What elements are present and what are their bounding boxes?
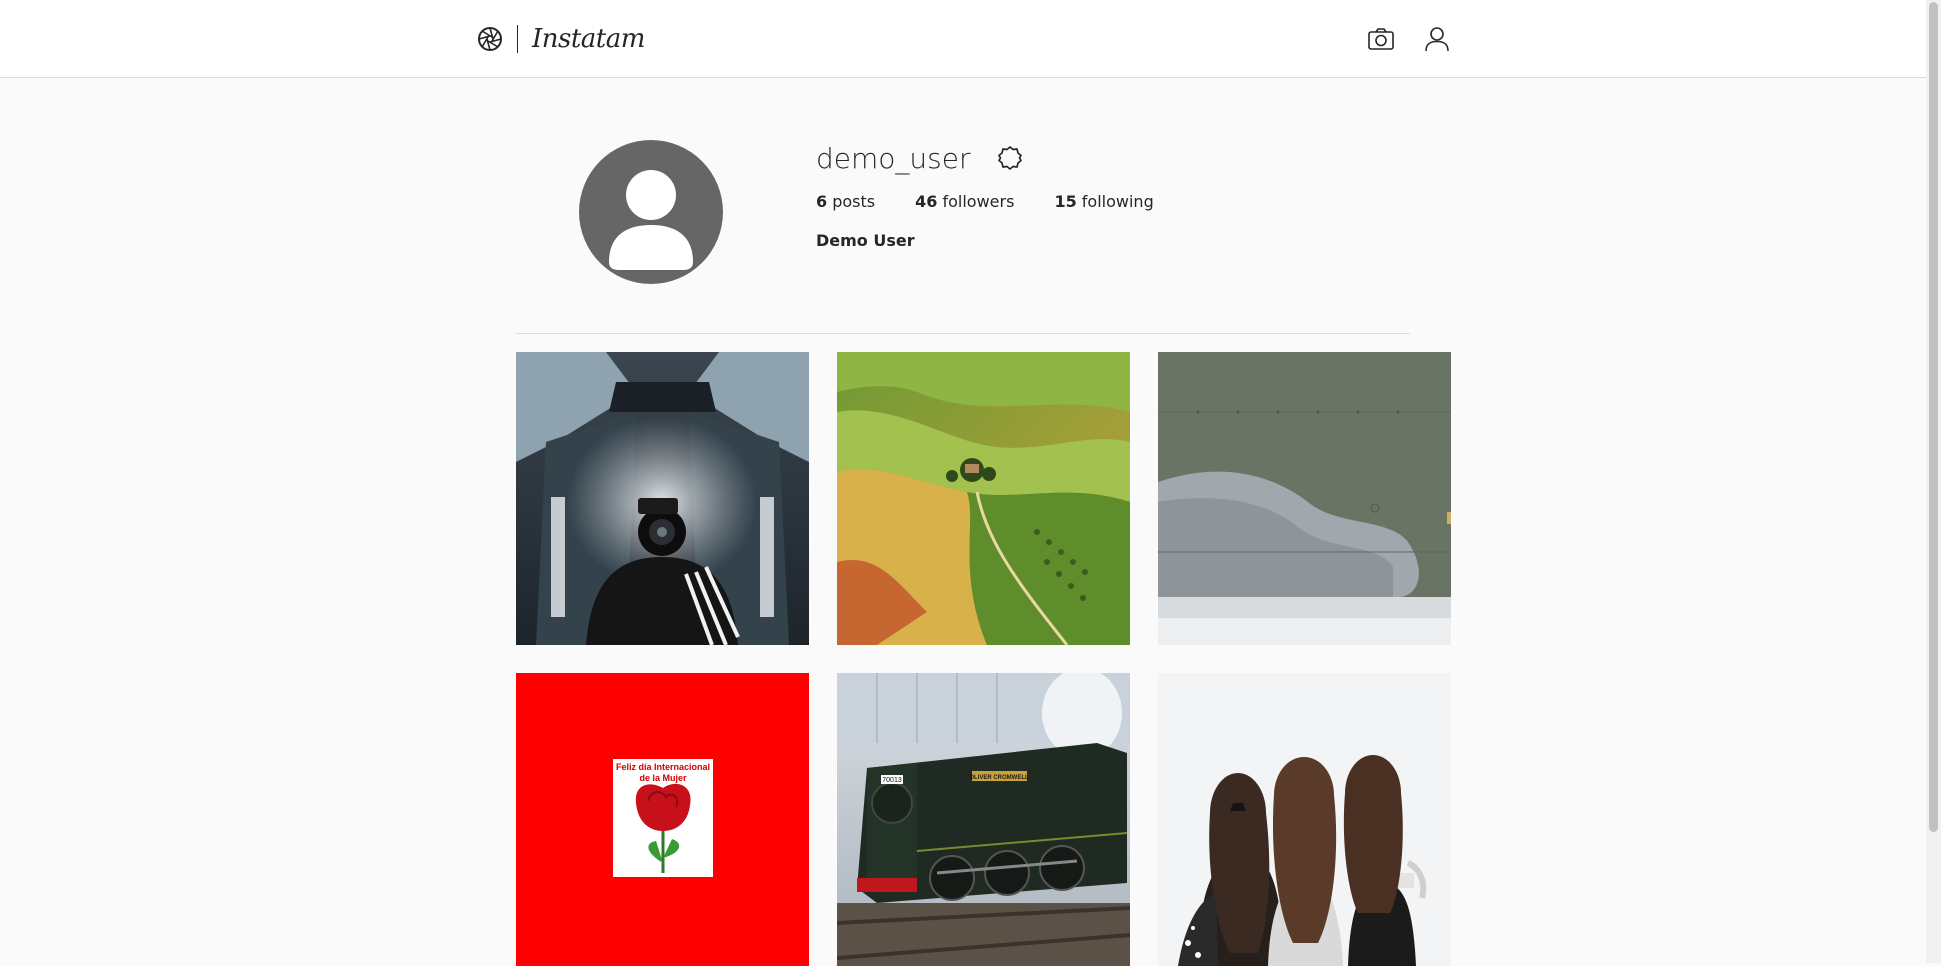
top-navigation-bar: Instatam (0, 0, 1926, 78)
rose-card-caption-line1: Feliz día Internacional (616, 762, 710, 772)
post-thumbnail-5[interactable]: 70013 OLIVER CROMWELL (837, 673, 1130, 966)
post-thumbnail-4[interactable]: Feliz día Internacional de la Mujer (516, 673, 809, 966)
brand-divider (517, 25, 518, 53)
followers-link[interactable]: 46 followers (915, 192, 1014, 211)
profile-avatar[interactable] (579, 140, 723, 284)
following-link[interactable]: 15 following (1054, 192, 1153, 211)
post-image-escalator-photographer (516, 352, 809, 645)
followers-count-value: 46 (915, 192, 938, 211)
post-thumbnail-3[interactable] (1158, 352, 1451, 645)
post-thumbnail-2[interactable] (837, 352, 1130, 645)
profile-info: demo_user 6 posts 46 followers 15 follow… (816, 140, 1194, 251)
post-thumbnail-1[interactable] (516, 352, 809, 645)
posts-count-label: posts (832, 192, 876, 211)
profile-username: demo_user (816, 141, 971, 175)
post-image-aircraft-panel (1158, 352, 1451, 645)
profile-full-name: Demo User (816, 231, 915, 250)
posts-count: 6 posts (816, 192, 875, 211)
settings-gear-icon (998, 146, 1023, 170)
post-image-three-women (1158, 673, 1451, 966)
posts-count-value: 6 (816, 192, 828, 211)
post-image-rolling-hills (837, 352, 1130, 645)
scrollbar-thumb[interactable] (1929, 2, 1938, 832)
followers-label: followers (942, 192, 1015, 211)
locomotive-number-plate: 70013 (882, 777, 902, 784)
profile-button[interactable] (1422, 24, 1452, 54)
locomotive-nameplate: OLIVER CROMWELL (969, 775, 1029, 781)
post-image-rose-card: Feliz día Internacional de la Mujer (516, 673, 809, 966)
camera-icon (1368, 28, 1394, 50)
following-count-value: 15 (1054, 192, 1077, 211)
settings-button[interactable] (996, 144, 1024, 172)
brand-name: Instatam (532, 24, 645, 54)
default-avatar-icon (609, 170, 693, 270)
brand-logo[interactable]: Instatam (477, 23, 645, 55)
following-label: following (1081, 192, 1154, 211)
post-thumbnail-6[interactable] (1158, 673, 1451, 966)
user-icon (1425, 27, 1449, 52)
aperture-icon (478, 27, 502, 51)
rose-card-caption-line2: de la Mujer (639, 773, 687, 783)
profile-divider (516, 333, 1410, 334)
post-image-steam-locomotive: 70013 OLIVER CROMWELL (837, 673, 1130, 966)
page-scrollbar[interactable] (1926, 0, 1941, 963)
camera-button[interactable] (1366, 24, 1396, 54)
